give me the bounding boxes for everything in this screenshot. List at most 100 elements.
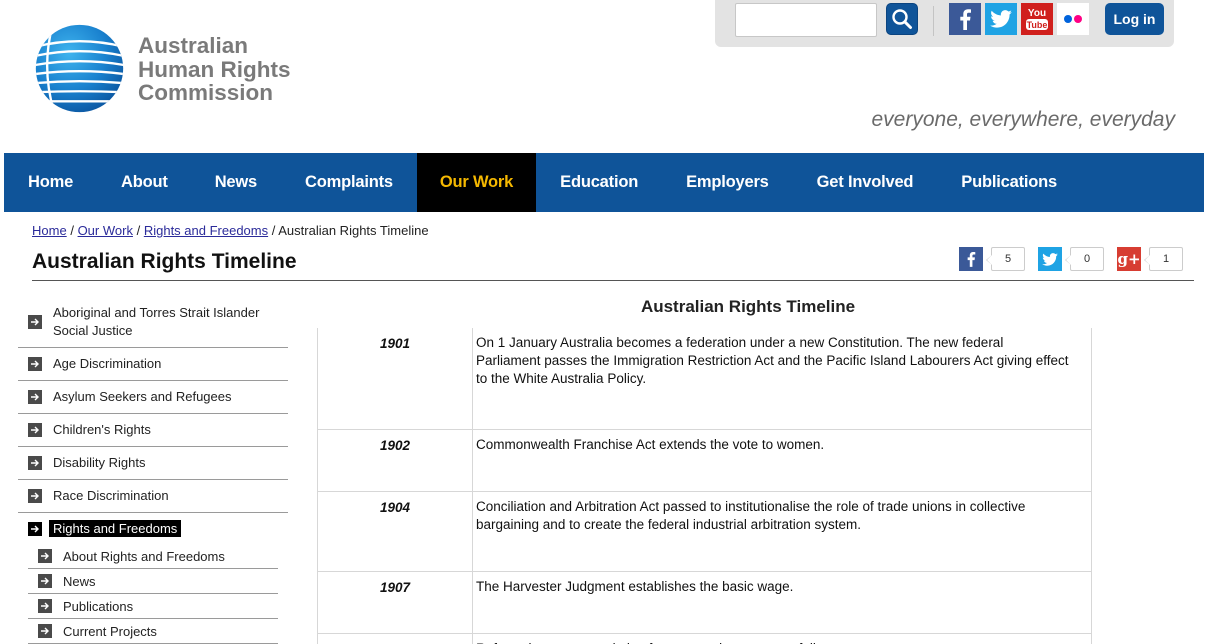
table-row: 1916 Referendum on conscription for war … — [318, 634, 1091, 644]
subnav-item-label: Publications — [63, 599, 134, 614]
table-row: 1901 On 1 January Australia becomes a fe… — [318, 328, 1091, 430]
tagline: everyone, everywhere, everyday — [871, 108, 1176, 131]
nav-item-our-work[interactable]: Our Work — [416, 153, 537, 212]
timeline-event: On 1 January Australia becomes a federat… — [476, 335, 1069, 386]
nav-item-about[interactable]: About — [97, 153, 192, 212]
arrow-right-icon — [38, 624, 52, 638]
breadcrumb-link-home[interactable]: Home — [32, 223, 67, 238]
sidebar-item-label: Disability Rights — [53, 455, 146, 470]
arrow-right-icon — [28, 357, 42, 371]
logo-line: Australian — [138, 33, 249, 58]
sidebar-item-label: Age Discrimination — [53, 356, 162, 371]
site-header: Australian Human Rights Commission You T… — [4, 0, 1204, 153]
page-frame: Australian Human Rights Commission You T… — [4, 0, 1204, 644]
twitter-icon — [990, 10, 1012, 28]
sidebar-item-age-discrimination[interactable]: Age Discrimination — [18, 348, 288, 381]
timeline-event: Conciliation and Arbitration Act passed … — [476, 499, 1026, 532]
timeline-table: 1901 On 1 January Australia becomes a fe… — [317, 328, 1092, 644]
main-nav: Home About News Complaints Our Work Educ… — [4, 153, 1204, 212]
table-row: 1904 Conciliation and Arbitration Act pa… — [318, 492, 1091, 572]
timeline-year: 1907 — [318, 572, 473, 633]
googleplus-share-count: 1 — [1144, 247, 1183, 271]
search-icon — [892, 9, 912, 29]
youtube-link[interactable]: You Tube — [1021, 3, 1053, 35]
subnav-item-current-projects[interactable]: Current Projects — [28, 619, 278, 644]
page-title: Australian Rights Timeline — [32, 250, 297, 273]
subnav-item-about-rights[interactable]: About Rights and Freedoms — [28, 544, 278, 569]
youtube-text-top: You — [1028, 8, 1046, 19]
arrow-right-icon — [28, 489, 42, 503]
nav-item-get-involved[interactable]: Get Involved — [793, 153, 938, 212]
logo-line: Commission — [138, 80, 274, 105]
search-button[interactable] — [886, 3, 918, 35]
facebook-link[interactable] — [949, 3, 981, 35]
breadcrumb: Home / Our Work / Rights and Freedoms / … — [32, 223, 429, 238]
breadcrumb-link-our-work[interactable]: Our Work — [78, 223, 133, 238]
toolbar-divider — [933, 6, 934, 36]
arrow-right-icon — [28, 456, 42, 470]
breadcrumb-current: Australian Rights Timeline — [278, 223, 429, 238]
sidebar-item-childrens-rights[interactable]: Children's Rights — [18, 414, 288, 447]
nav-item-news[interactable]: News — [192, 153, 281, 212]
table-row: 1907 The Harvester Judgment establishes … — [318, 572, 1091, 634]
sidebar-item-label: Race Discrimination — [53, 488, 169, 503]
globe-logo-icon[interactable] — [34, 23, 125, 114]
arrow-right-icon — [38, 574, 52, 588]
timeline-event: Referendum on conscription for war servi… — [473, 634, 1091, 644]
breadcrumb-separator: / — [271, 223, 276, 238]
twitter-link[interactable] — [985, 3, 1017, 35]
sidebar-item-label: Asylum Seekers and Refugees — [53, 389, 232, 404]
sidebar-item-disability-rights[interactable]: Disability Rights — [18, 447, 288, 480]
nav-item-employers[interactable]: Employers — [662, 153, 793, 212]
table-row: 1902 Commonwealth Franchise Act extends … — [318, 430, 1091, 492]
timeline-year: 1916 — [318, 634, 473, 644]
arrow-right-icon — [38, 599, 52, 613]
timeline-year: 1902 — [318, 430, 473, 491]
twitter-share-icon[interactable] — [1038, 247, 1062, 271]
facebook-share-icon[interactable] — [959, 247, 983, 271]
timeline-year: 1901 — [318, 328, 473, 429]
facebook-share-count: 5 — [986, 247, 1025, 271]
search-input[interactable] — [735, 3, 877, 37]
subnav-item-label: About Rights and Freedoms — [63, 549, 225, 564]
flickr-icon — [1064, 15, 1082, 23]
twitter-share-count: 0 — [1065, 247, 1104, 271]
breadcrumb-link-rights-and-freedoms[interactable]: Rights and Freedoms — [144, 223, 268, 238]
arrow-right-icon — [28, 423, 42, 437]
arrow-right-icon — [38, 549, 52, 563]
nav-item-complaints[interactable]: Complaints — [281, 153, 417, 212]
subnav-item-news[interactable]: News — [28, 569, 278, 594]
nav-item-publications[interactable]: Publications — [937, 153, 1081, 212]
content-title: Australian Rights Timeline — [640, 297, 856, 316]
sidebar-item-label: Children's Rights — [53, 422, 151, 437]
sidebar-nav: Aboriginal and Torres Strait Islander So… — [18, 296, 288, 545]
sidebar-item-rights-and-freedoms[interactable]: Rights and Freedoms — [18, 513, 288, 545]
nav-item-education[interactable]: Education — [536, 153, 662, 212]
sidebar-item-label: Aboriginal and Torres Strait Islander So… — [53, 305, 260, 338]
sidebar-subnav: About Rights and Freedoms News Publicati… — [28, 544, 278, 644]
breadcrumb-separator: / — [70, 223, 74, 238]
subnav-item-publications[interactable]: Publications — [28, 594, 278, 619]
timeline-year: 1904 — [318, 492, 473, 571]
header-toolbar: You Tube Log in — [715, 0, 1174, 47]
timeline-event: Commonwealth Franchise Act extends the v… — [476, 437, 825, 452]
title-divider — [32, 280, 1194, 281]
timeline-event: The Harvester Judgment establishes the b… — [476, 579, 794, 594]
breadcrumb-separator: / — [136, 223, 141, 238]
googleplus-share-icon[interactable]: g+ — [1117, 247, 1141, 271]
sidebar-item-asylum-seekers[interactable]: Asylum Seekers and Refugees — [18, 381, 288, 414]
subnav-item-label: Current Projects — [63, 624, 157, 639]
flickr-link[interactable] — [1057, 3, 1089, 35]
logo-line: Human Rights — [138, 56, 291, 82]
arrow-right-icon — [28, 390, 42, 404]
login-button[interactable]: Log in — [1105, 3, 1164, 35]
nav-item-home[interactable]: Home — [4, 153, 97, 212]
youtube-icon: You Tube — [1026, 8, 1048, 30]
sidebar-item-race-discrimination[interactable]: Race Discrimination — [18, 480, 288, 513]
logo-text[interactable]: Australian Human Rights Commission — [138, 34, 291, 105]
youtube-text-bottom: Tube — [1027, 20, 1048, 30]
sidebar-item-aboriginal-social-justice[interactable]: Aboriginal and Torres Strait Islander So… — [18, 296, 288, 348]
arrow-right-icon — [28, 314, 42, 329]
arrow-right-icon — [28, 522, 42, 536]
facebook-icon — [960, 9, 971, 30]
